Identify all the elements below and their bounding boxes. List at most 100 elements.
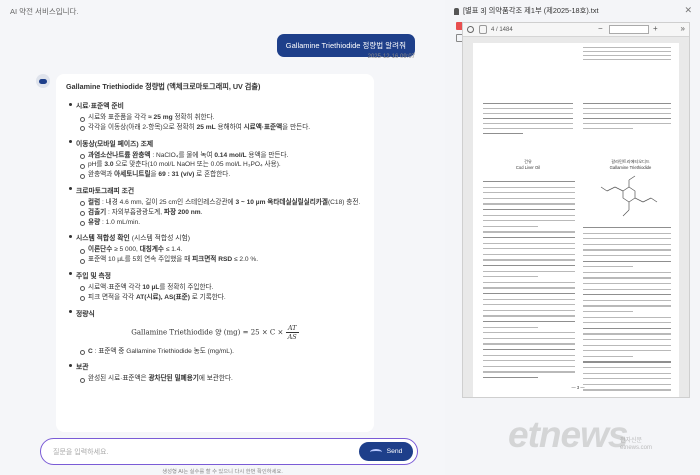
pdf-text-line <box>583 350 671 352</box>
pdf-text-line <box>583 266 633 268</box>
watermark-subtext: 전자신문 etnews.com <box>620 438 653 451</box>
bot-avatar-icon <box>39 78 47 84</box>
pdf-text-line <box>583 227 671 229</box>
pdf-page: 건유 Cod Liver Oil 갈라민트리에티오디드 Gallamine Tr… <box>473 43 679 397</box>
pdf-text-line <box>483 209 575 211</box>
pdf-text-line <box>483 377 538 379</box>
send-button[interactable]: Send <box>359 442 413 461</box>
pdf-text-line <box>483 371 575 373</box>
bot-avatar <box>36 74 50 88</box>
close-icon[interactable]: ✕ <box>684 5 692 16</box>
zoom-select[interactable] <box>609 25 649 34</box>
section-chromatography: 크로마토그래피 조건 컬럼 : 내경 4.6 mm, 길이 25 cm인 스테인… <box>66 185 364 227</box>
pdf-text-line <box>483 128 573 130</box>
pdf-text-line <box>583 249 671 251</box>
chat-input[interactable]: 질문을 입력하세요. <box>53 447 108 457</box>
pdf-text-line <box>483 298 575 300</box>
section-sample-prep: 시료·표준액 준비 시료와 표준품을 각각 ≈ 25 mg 정확히 취한다. 각… <box>66 100 364 133</box>
section-formula: 정량식 Gallamine Triethiodide 양 (mg) = 25 ×… <box>66 308 364 357</box>
pdf-text-line <box>483 231 575 233</box>
list-item: 표준액 10 µL를 5회 연속 주입했을 때 피크면적 RSD ≤ 2.0 %… <box>66 255 364 265</box>
list-item: 피크 면적을 각각 AT(시료), AS(표준) 로 기록한다. <box>66 293 364 303</box>
list-item: C : 표준액 중 Gallamine Triethiodide 농도 (mg/… <box>66 347 364 357</box>
section-title: 정량식 <box>66 308 364 318</box>
pdf-text-line <box>483 309 575 311</box>
pdf-text-line <box>583 103 671 105</box>
pdf-text-line <box>583 113 671 115</box>
pdf-text-line <box>483 203 575 205</box>
pdf-text-line <box>483 214 575 216</box>
pdf-text-line <box>483 181 575 183</box>
pdf-text-line <box>483 365 575 367</box>
pdf-text-line <box>583 47 671 49</box>
section-title: 보관 <box>66 361 364 371</box>
pdf-text-line <box>583 128 633 130</box>
pdf-text-line <box>483 192 575 194</box>
pdf-toolbar: 4 / 1484 − + » <box>463 23 689 37</box>
section-mobile-phase: 이동상(모바일 페이즈) 조제 과염소산나트륨 완충액 : NaClO₄를 물에… <box>66 138 364 180</box>
pdf-text-line <box>483 242 575 244</box>
section-title: 이동상(모바일 페이즈) 조제 <box>66 138 364 148</box>
list-item: 각각을 이동상(아래 2-항목)으로 정확히 25 mL 용해하여 시료액·표준… <box>66 123 364 133</box>
pdf-text-line <box>583 55 671 57</box>
page-number-input[interactable] <box>479 25 487 34</box>
zoom-in-button[interactable]: + <box>653 24 658 33</box>
pdf-text-line <box>483 270 575 272</box>
section-title: 주입 및 측정 <box>66 270 364 280</box>
more-tools-icon[interactable]: » <box>681 24 685 33</box>
pdf-text-line <box>483 281 575 283</box>
service-banner: AI 약전 서비스입니다. <box>10 7 79 16</box>
pdf-text-line <box>483 123 573 125</box>
document-icon <box>454 7 459 15</box>
pdf-text-line <box>583 108 671 110</box>
pdf-text-line <box>583 283 671 285</box>
pdf-text-line <box>483 225 538 227</box>
pdf-text-line <box>483 337 575 339</box>
chat-input-bar[interactable]: 질문을 입력하세요. Send <box>40 438 418 465</box>
pdf-text-line <box>583 59 671 61</box>
pdf-text-line <box>583 367 671 369</box>
user-message-time: 2025-12-16 09:07 <box>367 54 415 60</box>
pdf-text-line <box>483 186 575 188</box>
pdf-text-line <box>483 248 575 250</box>
chat-panel: AI 약전 서비스입니다. Gallamine Triethiodide 정량법… <box>0 0 445 475</box>
pdf-text-line <box>483 332 575 334</box>
answer-title: Gallamine Triethiodide 정량법 (액체크로마토그래피, U… <box>66 82 261 91</box>
pdf-text-line <box>483 118 573 120</box>
pdf-text-line <box>483 265 575 267</box>
pdf-text-line <box>483 354 575 356</box>
pdf-frame: 4 / 1484 − + » 건유 Cod Liver Oil 갈라민트리에티오… <box>462 22 690 398</box>
section-injection: 주입 및 측정 시료액·표준액 각각 10 µL를 정확히 주입한다. 피크 면… <box>66 270 364 303</box>
pdf-text-line <box>483 287 575 289</box>
pdf-text-line <box>583 372 671 374</box>
page-indicator: 4 / 1484 <box>491 26 513 33</box>
list-item: 완충액과 아세토니트릴을 69 : 31 (v/v) 로 혼합한다. <box>66 170 364 180</box>
viewer-title: [별표 3] 의약품각조 제1부 (제2025-18호).txt <box>454 6 599 16</box>
pdf-text-line <box>583 361 671 363</box>
pdf-text-line <box>583 271 671 273</box>
list-item: 이론단수 ≥ 5 000, 대칭계수 ≤ 1.4. <box>66 245 364 255</box>
pdf-text-line <box>583 243 671 245</box>
list-item: 과염소산나트륨 완충액 : NaClO₄를 물에 녹여 0.14 mol/L 용… <box>66 151 364 161</box>
pdf-text-line <box>483 113 573 115</box>
pdf-text-line <box>483 253 575 255</box>
pdf-text-line <box>483 259 575 261</box>
section-system-suitability: 시스템 적합성 확인 (시스템 적합성 시험) 이론단수 ≥ 5 000, 대칭… <box>66 232 364 265</box>
pdf-text-line <box>583 260 671 262</box>
section-title: 시료·표준액 준비 <box>66 100 364 110</box>
search-icon[interactable] <box>467 26 474 33</box>
list-item: pH를 3.0 으로 맞춘다(10 mol/L NaOH 또는 0.05 mol… <box>66 160 364 170</box>
pdf-text-line <box>583 238 671 240</box>
pdf-text-line <box>583 378 671 380</box>
pdf-text-line <box>483 220 575 222</box>
list-item: 유량 : 1.0 mL/min. <box>66 218 364 228</box>
pdf-text-line <box>583 123 671 125</box>
pdf-text-line <box>583 232 671 234</box>
list-item: 완성된 시료·표준액은 광차단된 밀폐용기에 보관한다. <box>66 374 364 384</box>
pdf-text-line <box>583 277 671 279</box>
pdf-text-line <box>583 311 633 313</box>
pdf-text-line <box>583 322 671 324</box>
pdf-text-line <box>583 339 671 341</box>
zoom-out-button[interactable]: − <box>598 24 603 33</box>
assay-formula: Gallamine Triethiodide 양 (mg) = 25 × C ×… <box>131 323 299 341</box>
